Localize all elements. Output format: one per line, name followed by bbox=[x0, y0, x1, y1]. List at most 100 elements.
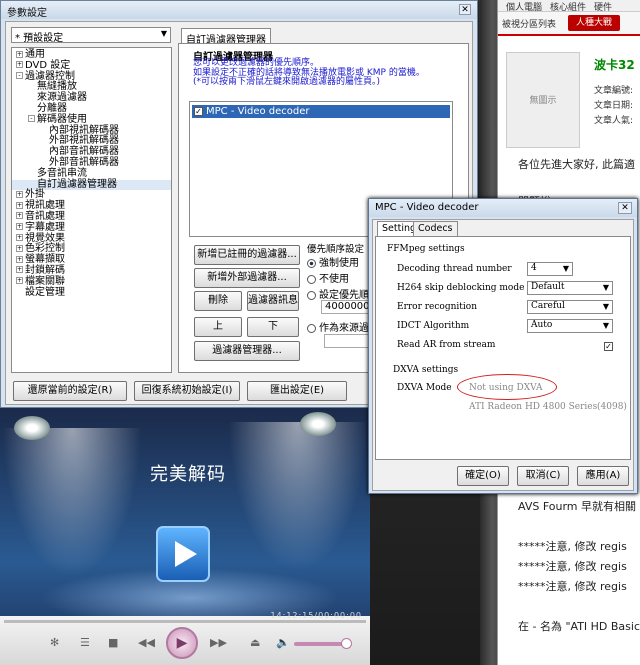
expand-icon[interactable]: + bbox=[16, 201, 23, 209]
apply-button[interactable]: 應用(A) bbox=[577, 466, 629, 486]
gpu-id: (4098) bbox=[597, 402, 627, 412]
priority-label: 優先順序設定 bbox=[307, 244, 365, 255]
tree-item-label: 封鎖解碼 bbox=[25, 264, 65, 276]
expand-icon[interactable]: + bbox=[16, 223, 23, 231]
select-value: Careful bbox=[531, 301, 565, 311]
h264-skip-select[interactable]: Default ▼ bbox=[527, 281, 613, 295]
tree-item-label: 視覺效果 bbox=[25, 232, 65, 244]
eject-icon[interactable]: ⏏ bbox=[250, 636, 260, 649]
volume-icon[interactable]: 🔈 bbox=[276, 636, 290, 649]
ffmpeg-group-label: FFMpeg settings bbox=[387, 244, 465, 254]
tree-item-label: 音訊處理 bbox=[25, 210, 65, 222]
settings-tree[interactable]: + 通用 + DVD 設定 - 過濾器控制 無縫播放 來源過濾器 分離器 - 解碼器使用 內部視訊解碼… bbox=[11, 47, 172, 373]
tree-item-label: 通用 bbox=[25, 49, 45, 60]
expand-icon[interactable]: + bbox=[16, 50, 23, 58]
move-down-button[interactable]: 下 bbox=[247, 317, 299, 337]
select-value: 4 bbox=[531, 263, 537, 273]
tree-item-label: 內部音訊解碼器 bbox=[49, 146, 119, 158]
seek-bar[interactable] bbox=[4, 620, 366, 623]
settings-gear-icon[interactable]: ✻ bbox=[50, 636, 59, 649]
article-greeting: 各位先進大家好, 此篇適 bbox=[518, 158, 635, 171]
expand-icon[interactable]: + bbox=[16, 212, 23, 220]
play-button[interactable]: ▶ bbox=[166, 627, 198, 659]
radio-off-icon bbox=[307, 274, 316, 284]
tab-forum-list[interactable]: 被視分區列表 bbox=[502, 17, 556, 30]
select-value: Auto bbox=[531, 320, 553, 330]
tree-item[interactable]: 外部音訊解碼器 bbox=[12, 156, 171, 169]
tree-item-label: 設定管理 bbox=[25, 286, 65, 298]
radio-not-use[interactable]: 不使用 bbox=[307, 270, 349, 285]
playlist-icon[interactable]: ☰ bbox=[80, 636, 90, 649]
priority-value-input[interactable]: 40000001 bbox=[321, 300, 376, 314]
radio-force[interactable]: 強制使用 bbox=[307, 254, 359, 269]
expand-icon[interactable]: + bbox=[16, 255, 23, 263]
expand-icon[interactable]: + bbox=[16, 234, 23, 242]
source-value-input[interactable] bbox=[324, 334, 374, 348]
web-tab-bar: 被視分區列表 人種大戰 bbox=[498, 12, 640, 36]
cancel-button[interactable]: 取消(C) bbox=[517, 466, 569, 486]
mpc-decoder-dialog: MPC - Video decoder ✕ Settings Codecs FF… bbox=[368, 198, 638, 494]
tree-item[interactable]: 設定管理 bbox=[12, 286, 171, 299]
error-recognition-select[interactable]: Careful ▼ bbox=[527, 300, 613, 314]
close-icon[interactable]: ✕ bbox=[618, 202, 632, 214]
tree-item[interactable]: 無縫播放 bbox=[12, 81, 171, 93]
volume-slider[interactable] bbox=[294, 642, 346, 646]
move-up-button[interactable]: 上 bbox=[194, 317, 242, 337]
decoding-threads-select[interactable]: 4 ▼ bbox=[527, 262, 573, 276]
tab-hot[interactable]: 人種大戰 bbox=[568, 15, 620, 31]
stop-icon[interactable]: ■ bbox=[108, 636, 118, 649]
filter-info-button[interactable]: 過濾器訊息 bbox=[247, 291, 299, 311]
check-icon: ✓ bbox=[604, 341, 613, 351]
dialog-title: 參數設定 bbox=[1, 1, 477, 19]
tree-item[interactable]: 來源過濾器 bbox=[12, 92, 171, 104]
tree-item[interactable]: 分離器 bbox=[12, 102, 171, 115]
tab-filter-manager[interactable]: 自訂過濾器管理器 bbox=[181, 28, 271, 46]
meta-article-id: 文章編號: bbox=[594, 86, 634, 96]
tree-item-label: 分離器 bbox=[37, 102, 67, 114]
select-value: Default bbox=[531, 282, 565, 292]
expand-icon[interactable]: + bbox=[16, 277, 23, 285]
restore-settings-button[interactable]: 還原當前的設定(R) bbox=[13, 381, 127, 401]
time-display: 14:12:15/00:00:00 bbox=[270, 611, 362, 620]
preset-select[interactable]: * 預設設定 ▼ bbox=[11, 27, 171, 44]
tree-item-label: 過濾器控制 bbox=[25, 70, 75, 82]
article-text: 在 - 名為 "ATI HD Basic bbox=[518, 620, 640, 633]
volume-knob[interactable] bbox=[341, 638, 352, 649]
add-registered-filter-button[interactable]: 新增已註冊的過濾器... bbox=[194, 245, 300, 265]
filter-row[interactable]: ✓ MPC - Video decoder bbox=[192, 105, 450, 118]
idct-select[interactable]: Auto ▼ bbox=[527, 319, 613, 333]
spotlight-icon bbox=[14, 416, 50, 440]
chevron-down-icon: ▼ bbox=[602, 283, 609, 292]
expand-icon[interactable]: + bbox=[16, 244, 23, 252]
collapse-icon[interactable]: - bbox=[28, 115, 35, 123]
tree-item-label: 外部音訊解碼器 bbox=[49, 156, 119, 168]
add-external-filter-button[interactable]: 新增外部過濾器... bbox=[194, 268, 300, 288]
export-settings-button[interactable]: 匯出設定(E) bbox=[247, 381, 347, 401]
desc-line: (*可以按兩下滑鼠左鍵來開啟過濾器的屬性頁。) bbox=[193, 77, 381, 87]
check-icon[interactable]: ✓ bbox=[194, 106, 203, 116]
meta-article-views: 文章人氣: bbox=[594, 116, 634, 126]
filter-name: MPC - Video decoder bbox=[206, 106, 310, 117]
reset-defaults-button[interactable]: 回復系統初始設定(I) bbox=[134, 381, 240, 401]
expand-icon[interactable]: + bbox=[16, 61, 23, 69]
previous-icon[interactable]: ◀◀ bbox=[138, 636, 155, 649]
expand-icon[interactable]: + bbox=[16, 190, 23, 198]
ok-button[interactable]: 確定(O) bbox=[457, 466, 509, 486]
tree-item-label: DVD 設定 bbox=[25, 59, 71, 71]
h264-skip-label: H264 skip deblocking mode bbox=[397, 283, 525, 293]
chevron-down-icon: ▼ bbox=[602, 302, 609, 311]
tree-item-label: 外部視訊解碼器 bbox=[49, 135, 119, 147]
delete-button[interactable]: 刪除 bbox=[194, 291, 242, 311]
spotlight-beam bbox=[228, 422, 368, 572]
expand-icon[interactable]: + bbox=[16, 266, 23, 274]
tab-codecs[interactable]: Codecs bbox=[413, 221, 458, 236]
tree-item-label: 來源過濾器 bbox=[37, 92, 87, 104]
next-icon[interactable]: ▶▶ bbox=[210, 636, 227, 649]
read-ar-checkbox[interactable]: ✓ bbox=[604, 339, 616, 352]
close-icon[interactable]: ✕ bbox=[459, 4, 471, 15]
decoding-threads-label: Decoding thread number bbox=[397, 264, 512, 274]
filter-manager-button[interactable]: 過濾器管理器... bbox=[194, 341, 300, 361]
collapse-icon[interactable]: - bbox=[16, 72, 23, 80]
tree-item[interactable]: - 過濾器控制 bbox=[12, 70, 171, 83]
player-logo-text: 完美解码 bbox=[150, 464, 226, 485]
